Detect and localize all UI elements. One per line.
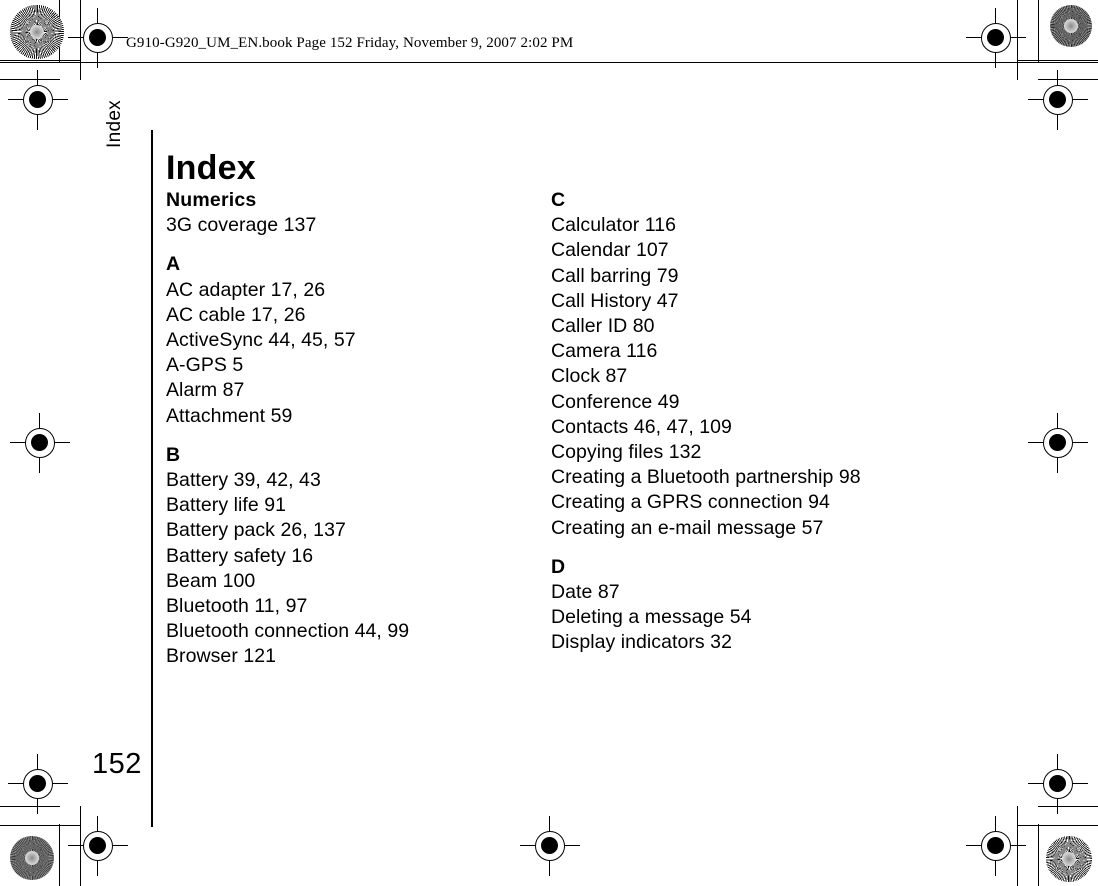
index-column-right: C Calculator 116 Calendar 107 Call barring … xyxy=(551,188,971,656)
crop-line-top-right-horizontal xyxy=(1018,60,1098,61)
crop-line-top-left-vertical xyxy=(59,0,60,62)
crop-line-top-left-horizontal-inner xyxy=(0,79,60,80)
index-entry: ActiveSync 44, 45, 57 xyxy=(166,329,356,352)
index-entry: Creating a Bluetooth partnership 98 xyxy=(551,466,861,489)
index-entry: Calendar 107 xyxy=(551,239,669,262)
crop-line-top-right-horizontal-inner xyxy=(1038,79,1098,80)
crop-line-bottom-left-vertical-inner xyxy=(80,806,81,886)
crop-line-top-left-horizontal xyxy=(0,60,80,61)
registration-mark-bottom-right xyxy=(966,816,1026,876)
crop-line-top-right-vertical xyxy=(1038,0,1039,62)
index-group: A AC adapter 17, 26 AC cable 17, 26 ActiveS… xyxy=(166,252,526,428)
index-entry: Battery 39, 42, 43 xyxy=(166,469,321,492)
index-entry: Battery pack 26, 137 xyxy=(166,519,346,542)
crop-line-bottom-left-vertical xyxy=(59,824,60,886)
index-entry: Clock 87 xyxy=(551,365,628,388)
index-entry: Deleting a message 54 xyxy=(551,606,752,629)
index-group: Numerics 3G coverage 137 xyxy=(166,188,526,238)
index-entry: Beam 100 xyxy=(166,569,256,592)
index-group-letter: Numerics xyxy=(166,189,257,211)
index-entry: AC cable 17, 26 xyxy=(166,303,306,326)
index-entry: Conference 49 xyxy=(551,390,680,413)
registration-mark-top-left-lower xyxy=(8,70,68,130)
index-group-letter: C xyxy=(551,189,566,211)
index-entry: Date 87 xyxy=(551,581,620,604)
index-entry: Battery safety 16 xyxy=(166,544,314,567)
crop-line-top-right-vertical-inner xyxy=(1017,0,1018,80)
chapter-tab-label: Index xyxy=(104,100,125,148)
index-group-letter: A xyxy=(166,253,181,276)
registration-mark-bottom-left-upper xyxy=(8,754,68,814)
document-page: G910-G920_UM_EN.book Page 152 Friday, No… xyxy=(0,0,1098,886)
page-title: Index xyxy=(166,148,256,187)
index-entry: Copying files 132 xyxy=(551,441,702,464)
index-entry: Display indicators 32 xyxy=(551,631,732,654)
index-group-letter: B xyxy=(166,443,181,466)
index-entry: Contacts 46, 47, 109 xyxy=(551,415,732,438)
index-column-left: Numerics 3G coverage 137 A AC adapter 17, 2… xyxy=(166,188,526,670)
index-entry: A-GPS 5 xyxy=(166,354,244,377)
index-entry: Call barring 79 xyxy=(551,264,679,287)
index-entry: AC adapter 17, 26 xyxy=(166,278,326,301)
index-group: C Calculator 116 Calendar 107 Call barring … xyxy=(551,188,971,541)
crop-line-bottom-left-horizontal xyxy=(0,825,80,826)
crop-line-bottom-right-horizontal xyxy=(1018,825,1098,826)
index-entry: Browser 121 xyxy=(166,645,277,668)
registration-mark-bottom-center xyxy=(520,816,580,876)
index-entry: Alarm 87 xyxy=(166,379,245,402)
crop-line-bottom-right-horizontal-inner xyxy=(1038,806,1098,807)
index-group: D Date 87 Deleting a message 54 Display ind… xyxy=(551,555,971,656)
index-entry: Camera 116 xyxy=(551,340,658,363)
index-entry: Attachment 59 xyxy=(166,404,293,427)
index-entry: 3G coverage 137 xyxy=(166,214,317,237)
index-entry: Bluetooth connection 44, 99 xyxy=(166,620,410,643)
crop-line-bottom-right-vertical xyxy=(1038,824,1039,886)
index-group-letter: D xyxy=(551,555,566,578)
registration-mark-bottom-right-upper xyxy=(1028,754,1088,814)
registration-mark-top-right-lower xyxy=(1028,70,1088,130)
index-entry: Caller ID 80 xyxy=(551,315,655,338)
registration-mark-top-right xyxy=(966,8,1026,68)
registration-mark-middle-right xyxy=(1028,413,1088,473)
index-entry: Call History 47 xyxy=(551,289,679,312)
crop-line-bottom-left-horizontal-inner xyxy=(0,806,60,807)
registration-mark-middle-left xyxy=(10,413,70,473)
crop-line-bottom-right-vertical-inner xyxy=(1017,806,1018,886)
book-header-text: G910-G920_UM_EN.book Page 152 Friday, No… xyxy=(126,35,574,51)
page-number: 152 xyxy=(92,748,142,780)
header-rule xyxy=(0,62,1098,63)
index-entry: Battery life 91 xyxy=(166,494,286,517)
starburst-target-top-left xyxy=(10,5,64,59)
index-entry: Creating a GPRS connection 94 xyxy=(551,491,830,514)
index-entry: Creating an e-mail message 57 xyxy=(551,516,824,539)
index-entry: Calculator 116 xyxy=(551,214,676,237)
chapter-tab-rule xyxy=(151,130,153,827)
starburst-target-top-right xyxy=(1050,5,1092,47)
index-entry: Bluetooth 11, 97 xyxy=(166,595,308,618)
crop-line-top-left-vertical-inner xyxy=(80,0,81,80)
registration-mark-bottom-left xyxy=(68,816,128,876)
starburst-target-bottom-right xyxy=(1046,836,1092,882)
starburst-target-bottom-left xyxy=(10,836,54,880)
index-group: B Battery 39, 42, 43 Battery life 91 Batter… xyxy=(166,443,526,670)
